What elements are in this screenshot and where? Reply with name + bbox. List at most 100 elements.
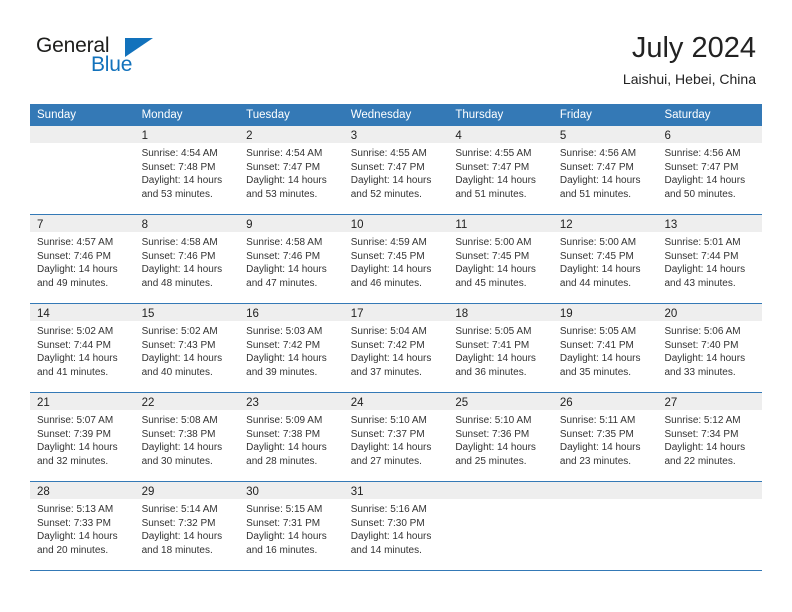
day-sun-info: Sunrise: 5:03 AM Sunset: 7:42 PM Daylight:… <box>239 321 344 379</box>
day-info-line: and 18 minutes. <box>141 544 213 556</box>
day-sun-info: Sunrise: 5:10 AM Sunset: 7:37 PM Daylight:… <box>344 410 449 468</box>
day-number-band: 18 <box>448 304 553 321</box>
day-sun-info: Sunrise: 5:15 AM Sunset: 7:31 PM Daylight:… <box>239 499 344 557</box>
day-info-line: Sunset: 7:48 PM <box>141 161 216 173</box>
calendar-day-cell[interactable]: 30 Sunrise: 5:15 AM Sunset: 7:31 PM Dayligh… <box>239 482 344 570</box>
calendar-day-cell[interactable]: 7 Sunrise: 4:57 AM Sunset: 7:46 PM Daylight… <box>30 215 135 303</box>
day-number-band: 1 <box>134 126 240 143</box>
calendar-day-cell[interactable]: 1 Sunrise: 4:54 AM Sunset: 7:48 PM Daylight… <box>134 126 240 214</box>
day-info-line: Daylight: 14 hours <box>246 531 327 543</box>
day-number-band: 31 <box>343 482 449 499</box>
calendar-day-cell[interactable]: 28 Sunrise: 5:13 AM Sunset: 7:33 PM Dayligh… <box>30 482 135 570</box>
day-info-line: Sunset: 7:42 PM <box>246 339 321 351</box>
calendar-day-cell[interactable]: 27 Sunrise: 5:12 AM Sunset: 7:34 PM Dayligh… <box>657 393 763 481</box>
day-number: 11 <box>455 219 468 231</box>
calendar-day-cell[interactable]: 13 Sunrise: 5:01 AM Sunset: 7:44 PM Dayligh… <box>657 215 763 303</box>
general-blue-logo[interactable]: General Blue <box>36 34 196 82</box>
calendar-day-cell[interactable]: 5 Sunrise: 4:56 AM Sunset: 7:47 PM Daylight… <box>552 126 658 214</box>
day-info-line: Sunset: 7:37 PM <box>350 428 425 440</box>
day-info-line: Sunset: 7:45 PM <box>350 250 425 262</box>
day-sun-info: Sunrise: 5:02 AM Sunset: 7:43 PM Daylight:… <box>135 321 240 379</box>
day-number-band: 26 <box>552 393 658 410</box>
day-info-line: Sunset: 7:47 PM <box>664 161 739 173</box>
calendar-day-cell[interactable]: 12 Sunrise: 5:00 AM Sunset: 7:45 PM Dayligh… <box>552 215 658 303</box>
day-number: 1 <box>141 130 148 142</box>
weekday-header-tuesday: Tuesday <box>246 109 290 121</box>
page-title: July 2024 <box>631 32 756 64</box>
calendar-day-cell[interactable]: 2 Sunrise: 4:54 AM Sunset: 7:47 PM Daylight… <box>239 126 344 214</box>
day-info-line: Daylight: 14 hours <box>350 531 432 543</box>
day-info-line: Sunset: 7:44 PM <box>664 250 739 262</box>
logo-text-blue: Blue <box>91 53 133 76</box>
day-sun-info: Sunrise: 4:55 AM Sunset: 7:47 PM Daylight:… <box>448 143 553 201</box>
day-info-line: Daylight: 14 hours <box>559 442 641 454</box>
day-number-band: 9 <box>239 215 344 232</box>
day-info-line: and 25 minutes. <box>455 455 527 467</box>
calendar-day-cell[interactable]: 21 Sunrise: 5:07 AM Sunset: 7:39 PM Dayligh… <box>30 393 135 481</box>
day-info-line: Sunset: 7:46 PM <box>37 250 111 262</box>
day-sun-info: Sunrise: 5:00 AM Sunset: 7:45 PM Daylight:… <box>553 232 658 290</box>
calendar-day-cell[interactable]: 23 Sunrise: 5:09 AM Sunset: 7:38 PM Dayligh… <box>239 393 344 481</box>
day-sun-info <box>657 499 762 503</box>
calendar-day-cell[interactable]: 8 Sunrise: 4:58 AM Sunset: 7:46 PM Daylight… <box>134 215 240 303</box>
calendar-day-cell[interactable]: 3 Sunrise: 4:55 AM Sunset: 7:47 PM Daylight… <box>343 126 449 214</box>
calendar-day-cell[interactable]: 16 Sunrise: 5:03 AM Sunset: 7:42 PM Dayligh… <box>239 304 344 392</box>
day-sun-info: Sunrise: 5:16 AM Sunset: 7:30 PM Daylight:… <box>344 499 449 557</box>
day-number-band: 7 <box>30 215 135 232</box>
calendar-day-cell[interactable]: 26 Sunrise: 5:11 AM Sunset: 7:35 PM Dayligh… <box>552 393 658 481</box>
day-info-line: Daylight: 14 hours <box>559 264 641 276</box>
day-info-line: Daylight: 14 hours <box>37 353 118 365</box>
day-number-band: 23 <box>239 393 344 410</box>
calendar-day-cell[interactable]: 9 Sunrise: 4:58 AM Sunset: 7:46 PM Daylight… <box>239 215 344 303</box>
day-info-line: Sunset: 7:40 PM <box>664 339 739 351</box>
day-number-band: 17 <box>343 304 449 321</box>
calendar-week-row: 7 Sunrise: 4:57 AM Sunset: 7:46 PM Daylight… <box>30 215 763 304</box>
calendar-day-cell[interactable]: 19 Sunrise: 5:05 AM Sunset: 7:41 PM Dayligh… <box>552 304 658 392</box>
day-info-line: Sunrise: 5:00 AM <box>559 237 637 248</box>
day-info-line: Daylight: 14 hours <box>455 353 536 365</box>
calendar-day-cell[interactable]: 11 Sunrise: 5:00 AM Sunset: 7:45 PM Dayligh… <box>448 215 553 303</box>
calendar-day-cell[interactable]: 22 Sunrise: 5:08 AM Sunset: 7:38 PM Dayligh… <box>134 393 240 481</box>
day-info-line: and 40 minutes. <box>141 366 213 378</box>
calendar-day-cell[interactable]: 20 Sunrise: 5:06 AM Sunset: 7:40 PM Dayligh… <box>657 304 763 392</box>
calendar-day-cell[interactable]: 14 Sunrise: 5:02 AM Sunset: 7:44 PM Dayligh… <box>30 304 135 392</box>
day-number: 17 <box>350 308 364 320</box>
day-number: 10 <box>350 219 364 231</box>
day-sun-info: Sunrise: 4:57 AM Sunset: 7:46 PM Daylight:… <box>30 232 135 290</box>
calendar-day-cell[interactable]: 15 Sunrise: 5:02 AM Sunset: 7:43 PM Dayligh… <box>134 304 240 392</box>
day-info-line: and 20 minutes. <box>37 544 109 556</box>
day-info-line: Sunset: 7:45 PM <box>559 250 634 262</box>
day-info-line: Sunset: 7:39 PM <box>37 428 111 440</box>
day-info-line: Sunset: 7:41 PM <box>455 339 530 351</box>
day-sun-info: Sunrise: 4:54 AM Sunset: 7:47 PM Daylight:… <box>239 143 344 201</box>
day-number-band: 5 <box>552 126 658 143</box>
day-number: 2 <box>246 130 253 142</box>
calendar-day-cell[interactable]: 6 Sunrise: 4:56 AM Sunset: 7:47 PM Daylight… <box>657 126 763 214</box>
day-sun-info: Sunrise: 5:12 AM Sunset: 7:34 PM Daylight:… <box>657 410 762 468</box>
day-sun-info: Sunrise: 5:14 AM Sunset: 7:32 PM Daylight:… <box>135 499 240 557</box>
calendar-day-cell[interactable]: 24 Sunrise: 5:10 AM Sunset: 7:37 PM Dayligh… <box>343 393 449 481</box>
day-info-line: and 22 minutes. <box>664 455 736 467</box>
day-number: 25 <box>455 397 469 409</box>
day-info-line: Sunrise: 5:04 AM <box>350 326 427 337</box>
day-info-line: Sunrise: 5:05 AM <box>559 326 637 337</box>
day-info-line: Sunrise: 5:06 AM <box>664 326 741 337</box>
day-sun-info: Sunrise: 5:05 AM Sunset: 7:41 PM Daylight:… <box>448 321 553 379</box>
calendar-day-cell[interactable]: 10 Sunrise: 4:59 AM Sunset: 7:45 PM Dayligh… <box>343 215 449 303</box>
day-number-band: 29 <box>134 482 240 499</box>
calendar-day-cell[interactable]: 31 Sunrise: 5:16 AM Sunset: 7:30 PM Dayligh… <box>343 482 449 570</box>
weeks-container: 1 Sunrise: 4:54 AM Sunset: 7:48 PM Daylight… <box>30 126 763 571</box>
calendar-day-cell[interactable]: 29 Sunrise: 5:14 AM Sunset: 7:32 PM Dayligh… <box>134 482 240 570</box>
day-info-line: Daylight: 14 hours <box>664 264 746 276</box>
day-info-line: Sunset: 7:47 PM <box>350 161 425 173</box>
day-info-line: and 44 minutes. <box>559 277 632 289</box>
calendar-day-cell[interactable]: 4 Sunrise: 4:55 AM Sunset: 7:47 PM Daylight… <box>448 126 553 214</box>
calendar-day-cell[interactable]: 17 Sunrise: 5:04 AM Sunset: 7:42 PM Dayligh… <box>343 304 449 392</box>
day-sun-info: Sunrise: 5:04 AM Sunset: 7:42 PM Daylight:… <box>344 321 449 379</box>
day-info-line: Daylight: 14 hours <box>559 353 641 365</box>
day-info-line: Sunset: 7:35 PM <box>559 428 634 440</box>
day-number-band: 30 <box>239 482 344 499</box>
calendar-day-cell[interactable]: 18 Sunrise: 5:05 AM Sunset: 7:41 PM Dayligh… <box>448 304 553 392</box>
calendar-day-cell[interactable]: 25 Sunrise: 5:10 AM Sunset: 7:36 PM Dayligh… <box>448 393 553 481</box>
day-number: 19 <box>559 308 573 320</box>
